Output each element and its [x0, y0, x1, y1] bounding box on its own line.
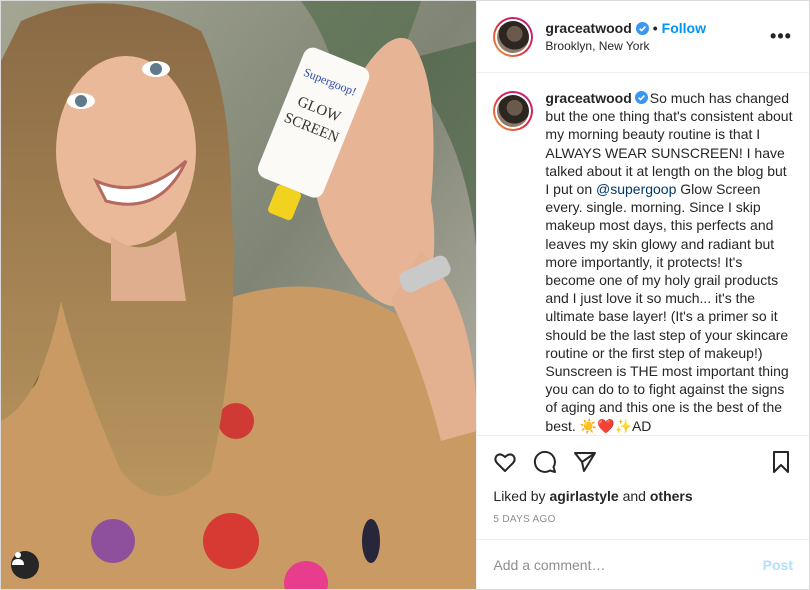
post-photo[interactable]: Supergoop! GLOW SCREEN	[1, 1, 477, 589]
caption-avatar[interactable]	[493, 91, 534, 131]
avatar[interactable]	[493, 16, 534, 57]
liked-by-user-link[interactable]: agirlastyle	[549, 488, 618, 504]
verified-badge-icon	[635, 21, 649, 35]
like-heart-icon[interactable]	[493, 450, 517, 474]
instagram-post-modal: Supergoop! GLOW SCREEN graceatwood • Fol…	[0, 0, 810, 590]
mention-link[interactable]: @supergoop	[596, 181, 676, 197]
caption-section: graceatwood So much has changed but the o…	[477, 73, 809, 436]
caption-username[interactable]: graceatwood	[545, 90, 631, 106]
verified-badge-icon	[634, 91, 648, 104]
comment-bar: Post	[477, 539, 809, 589]
user-tag-icon[interactable]	[11, 551, 39, 579]
post-side-panel: graceatwood • Follow Brooklyn, New York …	[476, 1, 809, 589]
more-options-icon[interactable]: •••	[769, 26, 793, 47]
action-bar	[477, 436, 809, 488]
likes-prefix: Liked by	[493, 488, 550, 504]
post-timestamp[interactable]: 5 DAYS AGO	[477, 504, 809, 539]
share-plane-icon[interactable]	[573, 450, 597, 474]
likes-middle: and	[618, 488, 650, 504]
likes-others-link[interactable]: others	[650, 488, 693, 504]
post-header: graceatwood • Follow Brooklyn, New York …	[477, 1, 809, 73]
save-bookmark-icon[interactable]	[769, 450, 793, 474]
separator-dot: •	[652, 20, 658, 36]
comment-bubble-icon[interactable]	[533, 450, 557, 474]
comment-input[interactable]	[493, 556, 763, 573]
post-comment-button[interactable]: Post	[763, 557, 793, 573]
likes-summary: Liked by agirlastyle and others	[477, 488, 809, 504]
header-username[interactable]: graceatwood	[545, 20, 631, 36]
location-link[interactable]: Brooklyn, New York	[545, 39, 769, 53]
follow-button[interactable]: Follow	[662, 20, 706, 36]
caption-text: graceatwood So much has changed but the o…	[545, 89, 793, 434]
photo-illustration: Supergoop! GLOW SCREEN	[1, 1, 477, 589]
caption-body-end: Glow Screen every. single. morning. Sinc…	[545, 181, 789, 434]
